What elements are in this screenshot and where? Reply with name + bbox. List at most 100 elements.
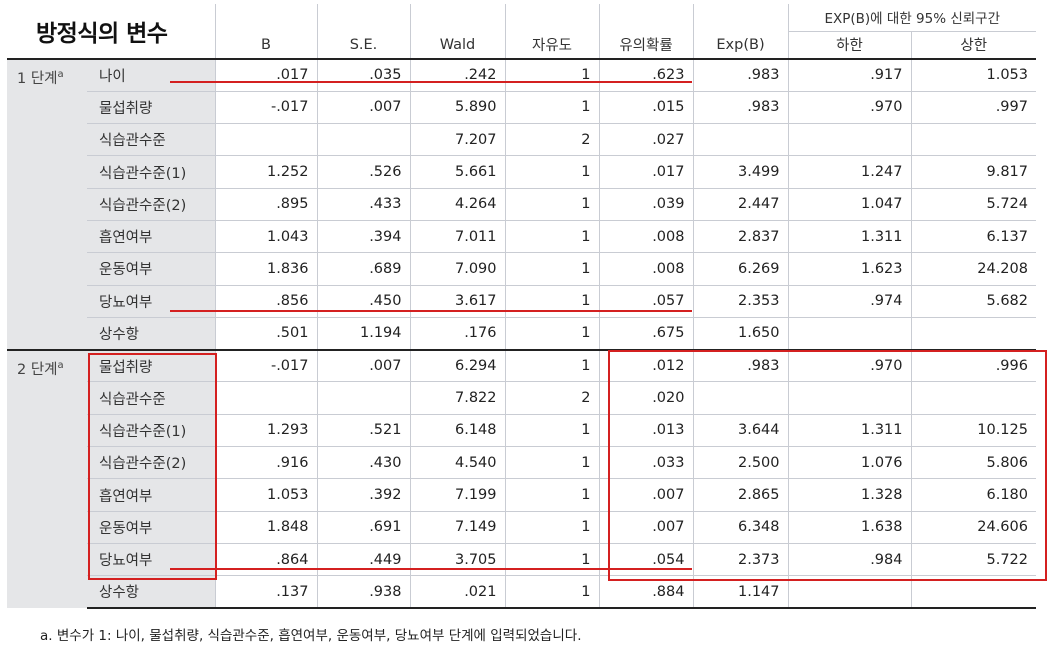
- col-header-expb: Exp(B): [692, 31, 788, 59]
- header-spacer: [504, 4, 599, 31]
- cell-wald: 7.011: [409, 219, 505, 253]
- cell-df: 1: [504, 155, 599, 189]
- cell-expb: 2.865: [692, 478, 788, 512]
- cell-sig: .020: [598, 381, 693, 415]
- cell-sig: .012: [598, 348, 693, 382]
- cell-se: .430: [316, 446, 410, 479]
- cell-wald: .176: [409, 316, 505, 350]
- variable-name: 식습관수준(1): [87, 413, 215, 447]
- cell-expb: 2.447: [692, 187, 788, 221]
- table-row: 당뇨여부 .856.450 3.617 1.057 2.353.974 5.682: [7, 284, 1036, 318]
- corner-cell: [87, 4, 215, 31]
- cell-lower: .917: [787, 57, 911, 92]
- cell-b: .856: [214, 284, 317, 318]
- cell-lower: 1.311: [787, 219, 911, 253]
- cell-wald: 6.294: [409, 348, 505, 382]
- cell-sig: .039: [598, 187, 693, 221]
- cell-lower: .970: [787, 348, 911, 382]
- cell-se: .007: [316, 90, 410, 124]
- table-row: 식습관수준(1) 1.252.526 5.661 1.017 3.499 1.247 9.8…: [7, 155, 1036, 189]
- cell-b: -.017: [214, 348, 317, 382]
- cell-expb: 2.373: [692, 542, 788, 576]
- variable-name: 식습관수준: [87, 123, 215, 156]
- table-row: 식습관수준 7.822 2.020: [7, 381, 1036, 415]
- cell-b: .864: [214, 542, 317, 576]
- cell-lower: 1.076: [787, 446, 911, 479]
- cell-upper: 5.806: [910, 446, 1036, 479]
- cell-lower: 1.328: [787, 478, 911, 512]
- cell-b: [214, 123, 317, 156]
- cell-upper: [910, 316, 1036, 350]
- cell-se: .521: [316, 413, 410, 447]
- variable-name: 상수항: [87, 316, 215, 350]
- cell-df: 1: [504, 284, 599, 318]
- cell-b: [214, 381, 317, 415]
- variable-name: 흡연여부: [87, 478, 215, 512]
- corner-cell: [87, 31, 215, 59]
- variable-name: 물섭취량: [87, 90, 215, 124]
- cell-wald: 5.890: [409, 90, 505, 124]
- cell-b: 1.053: [214, 478, 317, 512]
- cell-lower: .984: [787, 542, 911, 576]
- cell-df: 1: [504, 57, 599, 92]
- cell-wald: .242: [409, 57, 505, 92]
- cell-expb: 2.353: [692, 284, 788, 318]
- cell-se: .392: [316, 478, 410, 512]
- cell-se: .938: [316, 575, 410, 610]
- cell-df: 1: [504, 348, 599, 382]
- cell-expb: 3.499: [692, 155, 788, 189]
- cell-upper: 1.053: [910, 57, 1036, 92]
- cell-se: .691: [316, 510, 410, 544]
- cell-b: 1.252: [214, 155, 317, 189]
- cell-expb: .983: [692, 348, 788, 382]
- variable-name: 흡연여부: [87, 219, 215, 253]
- cell-df: 1: [504, 252, 599, 286]
- cell-expb: 2.500: [692, 446, 788, 479]
- table-row: 흡연여부 1.053.392 7.199 1.007 2.865 1.328 6.180: [7, 478, 1036, 512]
- corner-cell: [7, 31, 87, 59]
- cell-df: 1: [504, 446, 599, 479]
- cell-se: .449: [316, 542, 410, 576]
- cell-expb: .983: [692, 57, 788, 92]
- cell-upper: 10.125: [910, 413, 1036, 447]
- variable-name: 식습관수준(2): [87, 446, 215, 479]
- table-row: 상수항 .137.938.021 1.884 1.147: [7, 575, 1036, 610]
- cell-se: .035: [316, 57, 410, 92]
- cell-lower: .974: [787, 284, 911, 318]
- corner-cell: [7, 4, 87, 31]
- cell-sig: .675: [598, 316, 693, 350]
- header-spacer: [598, 4, 693, 31]
- cell-df: 1: [504, 219, 599, 253]
- cell-b: 1.043: [214, 219, 317, 253]
- table-row: 운동여부 1.836.689 7.090 1.008 6.269 1.623 24.208: [7, 252, 1036, 286]
- cell-wald: 7.199: [409, 478, 505, 512]
- cell-se: .394: [316, 219, 410, 253]
- cell-b: .017: [214, 57, 317, 92]
- cell-lower: .970: [787, 90, 911, 124]
- cell-lower: 1.638: [787, 510, 911, 544]
- cell-wald: 3.705: [409, 542, 505, 576]
- cell-sig: .015: [598, 90, 693, 124]
- cell-sig: .033: [598, 446, 693, 479]
- variables-in-equation-table: EXP(B)에 대한 95% 신뢰구간 B S.E. Wald 자유도 유의확률…: [7, 4, 1036, 610]
- cell-b: -.017: [214, 90, 317, 124]
- cell-sig: .027: [598, 123, 693, 156]
- table-row: 식습관수준(1) 1.293.521 6.148 1.013 3.644 1.311 10.…: [7, 413, 1036, 447]
- variable-name: 식습관수준: [87, 381, 215, 415]
- cell-wald: 4.264: [409, 187, 505, 221]
- variable-name: 당뇨여부: [87, 542, 215, 576]
- cell-se: .007: [316, 348, 410, 382]
- cell-df: 2: [504, 381, 599, 415]
- table-row: 2 단계a 물섭취량 -.017.007 6.294 1.012.983.970.996: [7, 348, 1036, 609]
- cell-expb: 2.837: [692, 219, 788, 253]
- table-row: 당뇨여부 .864.449 3.705 1.054 2.373.984 5.722: [7, 542, 1036, 576]
- cell-lower: [787, 123, 911, 156]
- cell-df: 1: [504, 510, 599, 544]
- step-label: 2 단계a: [7, 348, 87, 609]
- table-row: 물섭취량 -.017.007 5.890 1.015.983.970.997: [7, 90, 1036, 124]
- cell-b: .916: [214, 446, 317, 479]
- cell-wald: 5.661: [409, 155, 505, 189]
- cell-lower: 1.623: [787, 252, 911, 286]
- cell-upper: 24.208: [910, 252, 1036, 286]
- cell-sig: .013: [598, 413, 693, 447]
